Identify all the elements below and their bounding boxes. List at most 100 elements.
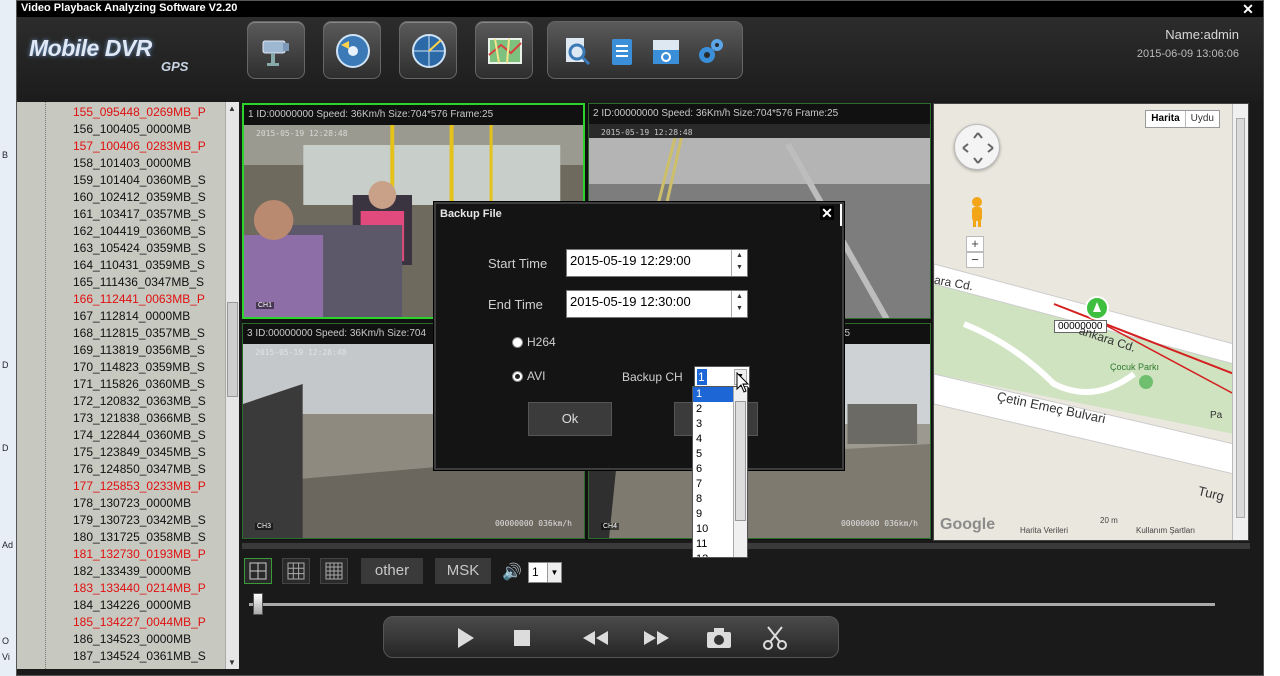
file-list-item[interactable]: 181_132730_0193MB_P: [73, 546, 206, 563]
file-list-item[interactable]: 176_124850_0347MB_S: [73, 461, 206, 478]
map-panel[interactable]: + − Harita Uydu 00000000 ara Cd. ankara …: [933, 103, 1249, 541]
layout-2x2-button[interactable]: [244, 558, 272, 584]
rewind-icon[interactable]: [580, 623, 610, 653]
layout-3x3-button[interactable]: [282, 558, 310, 584]
ch-option[interactable]: 4: [693, 432, 733, 447]
map-scale: 20 m: [1100, 516, 1118, 525]
other-layout-button[interactable]: other: [361, 558, 423, 584]
zoom-out-button[interactable]: −: [966, 252, 984, 268]
file-list-scrollbar[interactable]: ▲ ▼: [225, 102, 239, 669]
backup-icon[interactable]: [650, 36, 682, 68]
ch-option[interactable]: 3: [693, 417, 733, 432]
stop-icon[interactable]: [506, 623, 536, 653]
file-list-item[interactable]: 175_123849_0345MB_S: [73, 444, 206, 461]
ch-options: 123456789101112: [693, 387, 733, 557]
file-list-item[interactable]: 157_100406_0283MB_P: [73, 138, 206, 155]
file-list-item[interactable]: 185_134227_0044MB_P: [73, 614, 206, 631]
file-list-item[interactable]: 184_134226_0000MB: [73, 597, 206, 614]
ch-option[interactable]: 11: [693, 537, 733, 552]
window-close-button[interactable]: ✕: [1239, 1, 1257, 17]
file-list-item[interactable]: 183_133440_0214MB_P: [73, 580, 206, 597]
ch-option[interactable]: 7: [693, 477, 733, 492]
gps-button[interactable]: [399, 21, 457, 79]
avi-radio[interactable]: [512, 371, 523, 382]
ch-list-scroll-thumb[interactable]: [735, 401, 746, 521]
map-button[interactable]: [475, 21, 533, 79]
zoom-in-button[interactable]: +: [966, 236, 984, 252]
snapshot-icon[interactable]: [704, 623, 734, 653]
file-list-item[interactable]: 171_115826_0360MB_S: [73, 376, 206, 393]
map-pan-control[interactable]: [954, 124, 1000, 170]
file-list-item[interactable]: 165_111436_0347MB_S: [73, 274, 206, 291]
h264-radio[interactable]: [512, 337, 523, 348]
ch-option[interactable]: 10: [693, 522, 733, 537]
settings-icon[interactable]: [694, 36, 726, 68]
file-list-item[interactable]: 160_102412_0359MB_S: [73, 189, 206, 206]
map-scrollbar[interactable]: [1232, 104, 1248, 540]
ch-list-scrollbar[interactable]: [733, 387, 747, 557]
layout-4x4-button[interactable]: [320, 558, 348, 584]
ch-option[interactable]: 12: [693, 552, 733, 557]
speaker-icon[interactable]: 🔊: [502, 562, 522, 582]
map-data-link[interactable]: Harita Verileri: [1020, 526, 1068, 535]
file-list-item[interactable]: 168_112815_0357MB_S: [73, 325, 206, 342]
report-icon[interactable]: [606, 36, 638, 68]
file-list-item[interactable]: 166_112441_0063MB_P: [73, 291, 206, 308]
file-list-item[interactable]: 186_134523_0000MB: [73, 631, 206, 648]
file-list-item[interactable]: 158_101403_0000MB: [73, 155, 206, 172]
ch-option[interactable]: 5: [693, 447, 733, 462]
end-time-field[interactable]: 2015-05-19 12:30:00 ▲ ▼: [566, 290, 748, 318]
map-terms-link[interactable]: Kullanım Şartları: [1136, 526, 1195, 535]
file-list-item[interactable]: 173_121838_0366MB_S: [73, 410, 206, 427]
file-list-item[interactable]: 164_110431_0359MB_S: [73, 257, 206, 274]
volume-select[interactable]: 1 ▼: [528, 562, 562, 583]
file-list-item[interactable]: 167_112814_0000MB: [73, 308, 206, 325]
street-view-pegman-icon[interactable]: [968, 196, 986, 228]
file-list-item[interactable]: 170_114823_0359MB_S: [73, 359, 206, 376]
start-time-spinner[interactable]: ▲ ▼: [731, 250, 747, 276]
avi-label: AVI: [527, 369, 546, 383]
file-list-item[interactable]: 187_134524_0361MB_S: [73, 648, 206, 665]
scroll-up-arrow[interactable]: ▲: [228, 104, 236, 113]
end-time-spinner[interactable]: ▲ ▼: [731, 291, 747, 317]
map-scroll-thumb[interactable]: [1236, 118, 1245, 518]
playback-button[interactable]: [323, 21, 381, 79]
clip-icon[interactable]: [760, 623, 790, 653]
file-list-item[interactable]: 162_104419_0360MB_S: [73, 223, 206, 240]
scroll-down-arrow[interactable]: ▼: [228, 658, 236, 667]
fast-forward-icon[interactable]: [642, 623, 672, 653]
live-view-button[interactable]: [247, 21, 305, 79]
start-time-field[interactable]: 2015-05-19 12:29:00 ▲ ▼: [566, 249, 748, 277]
ch-option[interactable]: 2: [693, 402, 733, 417]
play-icon[interactable]: [450, 623, 480, 653]
timeline-track[interactable]: [249, 603, 1215, 606]
search-icon[interactable]: [562, 36, 594, 68]
file-list-item[interactable]: 182_133439_0000MB: [73, 563, 206, 580]
file-list-item[interactable]: 156_100405_0000MB: [73, 121, 206, 138]
scroll-thumb[interactable]: [227, 302, 238, 397]
dialog-close-button[interactable]: ✕: [820, 206, 834, 220]
ch-option[interactable]: 8: [693, 492, 733, 507]
file-list-item[interactable]: 169_113819_0356MB_S: [73, 342, 206, 359]
msk-button[interactable]: MSK: [435, 558, 491, 584]
ch-option[interactable]: 6: [693, 462, 733, 477]
file-list-item[interactable]: 161_103417_0357MB_S: [73, 206, 206, 223]
file-list-item[interactable]: 179_130723_0342MB_S: [73, 512, 206, 529]
ch-option[interactable]: 1: [693, 387, 733, 402]
ok-button[interactable]: Ok: [528, 402, 612, 436]
ch-option[interactable]: 9: [693, 507, 733, 522]
file-list-item[interactable]: 159_101404_0360MB_S: [73, 172, 206, 189]
file-list-item[interactable]: 177_125853_0233MB_P: [73, 478, 206, 495]
file-list-item[interactable]: 180_131725_0358MB_S: [73, 529, 206, 546]
map-type-harita[interactable]: Harita: [1146, 111, 1184, 127]
file-list-item[interactable]: 174_122844_0360MB_S: [73, 427, 206, 444]
dialog-divider: [840, 204, 842, 226]
map-type-toggle: Harita Uydu: [1145, 110, 1220, 128]
file-list-item[interactable]: 163_105424_0359MB_S: [73, 240, 206, 257]
file-list-item[interactable]: 155_095448_0269MB_P: [73, 104, 206, 121]
timeline-slider-knob[interactable]: [253, 593, 263, 615]
layout-2x2-icon: [249, 562, 267, 580]
map-type-uydu[interactable]: Uydu: [1184, 111, 1219, 127]
file-list-item[interactable]: 172_120832_0363MB_S: [73, 393, 206, 410]
file-list-item[interactable]: 178_130723_0000MB: [73, 495, 206, 512]
